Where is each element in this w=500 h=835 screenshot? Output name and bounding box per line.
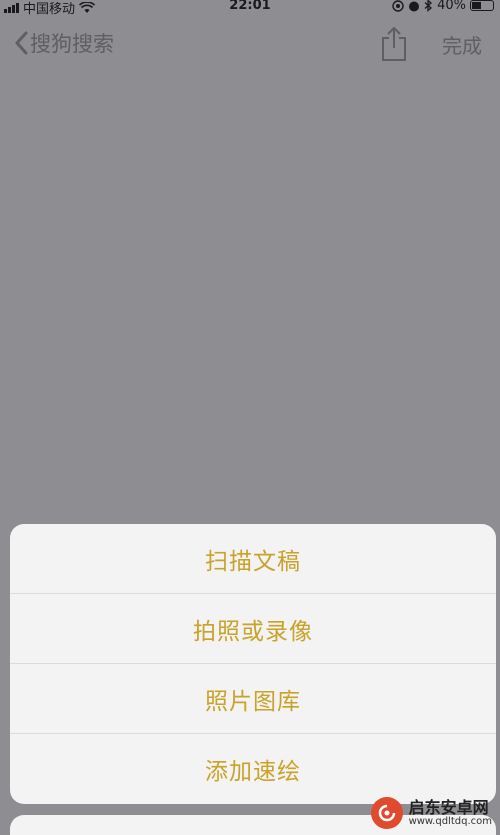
battery-icon xyxy=(470,0,494,11)
add-sketch-option[interactable]: 添加速绘 xyxy=(10,734,496,804)
location-icon xyxy=(392,0,404,12)
site-watermark: 启东安卓网 www.qdltdq.com xyxy=(370,797,492,829)
alarm-icon xyxy=(409,1,420,11)
done-button[interactable]: 完成 xyxy=(442,30,482,59)
watermark-url: www.qdltdq.com xyxy=(408,816,492,828)
insert-action-sheet: 扫描文稿 拍照或录像 照片图库 添加速绘 xyxy=(10,524,496,804)
share-button[interactable] xyxy=(380,26,408,66)
nav-bar: 搜狗搜索 完成 xyxy=(0,24,500,68)
watermark-text: 启东安卓网 www.qdltdq.com xyxy=(409,799,492,828)
photo-library-option[interactable]: 照片图库 xyxy=(10,664,496,734)
status-right: 40% xyxy=(392,0,494,13)
bluetooth-icon xyxy=(424,0,433,12)
back-button[interactable]: 搜狗搜索 xyxy=(14,28,114,58)
watermark-logo-icon xyxy=(370,797,403,829)
share-icon xyxy=(382,26,406,61)
watermark-title: 启东安卓网 xyxy=(408,797,489,817)
back-button-label: 搜狗搜索 xyxy=(30,32,114,56)
status-bar: 中国移动 22:01 40% xyxy=(0,0,500,17)
scan-documents-option[interactable]: 扫描文稿 xyxy=(10,524,496,594)
chevron-left-icon xyxy=(15,31,28,55)
battery-percent: 40% xyxy=(437,0,466,13)
take-photo-video-option[interactable]: 拍照或录像 xyxy=(10,594,496,664)
